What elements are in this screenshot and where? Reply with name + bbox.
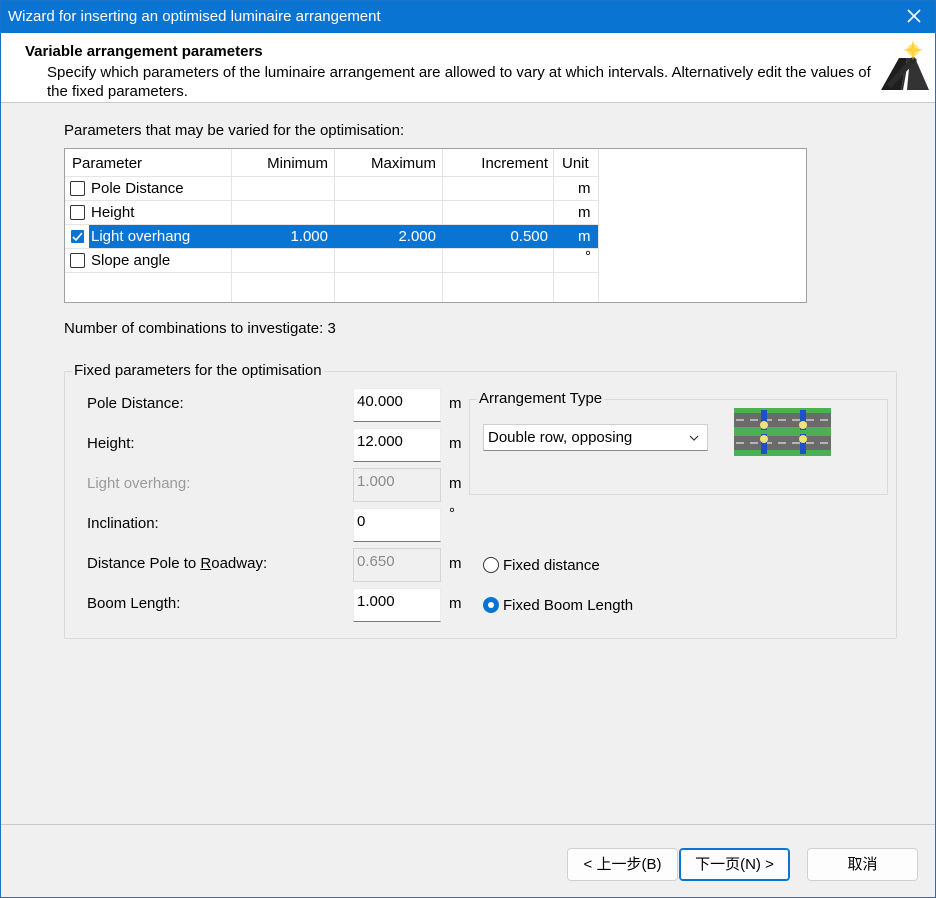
distance-pole-label-pre: Distance Pole to bbox=[87, 555, 201, 572]
page-title: Variable arrangement parameters bbox=[25, 43, 263, 60]
param-unit: m bbox=[578, 180, 591, 197]
fixed-boom-length-radio[interactable] bbox=[483, 597, 499, 613]
checkbox-height[interactable] bbox=[70, 205, 85, 220]
cancel-button[interactable]: 取消 bbox=[807, 848, 918, 881]
title-bar: Wizard for inserting an optimised lumina… bbox=[1, 1, 935, 33]
pole-distance-label: Pole Distance: bbox=[87, 395, 184, 412]
light-overhang-unit: m bbox=[449, 475, 462, 492]
param-unit: m bbox=[578, 204, 591, 221]
distance-pole-label-post: oadway: bbox=[211, 555, 268, 572]
back-button[interactable]: < 上一步(B) bbox=[567, 848, 678, 881]
height-unit: m bbox=[449, 435, 462, 452]
table-row[interactable]: Height m bbox=[65, 201, 806, 225]
param-maximum[interactable]: 2.000 bbox=[334, 225, 436, 249]
varied-params-table[interactable]: Parameter Minimum Maximum Increment Unit… bbox=[64, 148, 807, 303]
chevron-down-icon bbox=[689, 435, 699, 441]
height-label: Height: bbox=[87, 435, 135, 452]
pole-distance-unit: m bbox=[449, 395, 462, 412]
table-row[interactable]: Light overhang 1.000 2.000 0.500 m bbox=[65, 225, 806, 249]
fixed-distance-radio[interactable] bbox=[483, 557, 499, 573]
distance-pole-input: 0.650 bbox=[353, 548, 441, 582]
inclination-unit: ° bbox=[449, 505, 455, 522]
boom-length-label: Boom Length: bbox=[87, 595, 181, 612]
param-name: Pole Distance bbox=[91, 180, 184, 197]
arrangement-type-value: Double row, opposing bbox=[488, 429, 633, 446]
param-name: Light overhang bbox=[91, 228, 191, 245]
footer-separator bbox=[1, 824, 935, 825]
light-overhang-input: 1.000 bbox=[353, 468, 441, 502]
checkbox-pole-distance[interactable] bbox=[70, 181, 85, 196]
page-description: Specify which parameters of the luminair… bbox=[47, 64, 871, 100]
distance-pole-unit: m bbox=[449, 555, 462, 572]
table-row[interactable]: Slope angle ° bbox=[65, 248, 806, 273]
check-icon bbox=[72, 232, 83, 242]
param-name: Height bbox=[91, 204, 135, 221]
param-name: Slope angle bbox=[91, 252, 171, 269]
varied-params-label: Parameters that may be varied for the op… bbox=[64, 122, 405, 139]
column-header-minimum[interactable]: Minimum bbox=[231, 152, 328, 176]
pole-distance-input[interactable]: 40.000 bbox=[353, 388, 441, 422]
close-icon[interactable] bbox=[903, 5, 925, 27]
distance-pole-label: Distance Pole to Roadway: bbox=[87, 555, 267, 572]
boom-length-unit: m bbox=[449, 595, 462, 612]
road-light-icon bbox=[881, 40, 929, 90]
column-header-increment[interactable]: Increment bbox=[442, 152, 548, 176]
param-minimum[interactable]: 1.000 bbox=[231, 225, 328, 249]
checkbox-slope-angle[interactable] bbox=[70, 253, 85, 268]
boom-length-input[interactable]: 1.000 bbox=[353, 588, 441, 622]
fixed-distance-label[interactable]: Fixed distance bbox=[503, 557, 600, 574]
window-title: Wizard for inserting an optimised lumina… bbox=[8, 8, 381, 25]
inclination-input[interactable]: 0 bbox=[353, 508, 441, 542]
checkbox-light-overhang[interactable] bbox=[70, 229, 85, 244]
wizard-header: Variable arrangement parameters Specify … bbox=[1, 33, 935, 103]
fixed-params-legend: Fixed parameters for the optimisation bbox=[72, 362, 324, 379]
column-header-unit[interactable]: Unit bbox=[562, 152, 589, 176]
param-increment[interactable]: 0.500 bbox=[442, 225, 548, 249]
wizard-window: Wizard for inserting an optimised lumina… bbox=[0, 0, 936, 898]
inclination-label: Inclination: bbox=[87, 515, 159, 532]
light-overhang-label: Light overhang: bbox=[87, 475, 191, 492]
column-header-maximum[interactable]: Maximum bbox=[334, 152, 436, 176]
arrangement-preview-image bbox=[734, 408, 831, 456]
table-header-row: Parameter Minimum Maximum Increment Unit bbox=[65, 152, 806, 176]
height-input[interactable]: 12.000 bbox=[353, 428, 441, 462]
fixed-boom-length-label[interactable]: Fixed Boom Length bbox=[503, 597, 633, 614]
arrangement-type-select[interactable]: Double row, opposing bbox=[483, 424, 708, 451]
table-row[interactable]: Pole Distance m bbox=[65, 177, 806, 201]
param-unit: ° bbox=[585, 248, 591, 265]
next-button[interactable]: 下一页(N) > bbox=[679, 848, 790, 881]
distance-pole-label-accel: R bbox=[200, 555, 212, 572]
arrangement-type-legend: Arrangement Type bbox=[477, 390, 605, 407]
combinations-count: Number of combinations to investigate: 3 bbox=[64, 320, 336, 337]
column-header-parameter[interactable]: Parameter bbox=[72, 152, 142, 176]
